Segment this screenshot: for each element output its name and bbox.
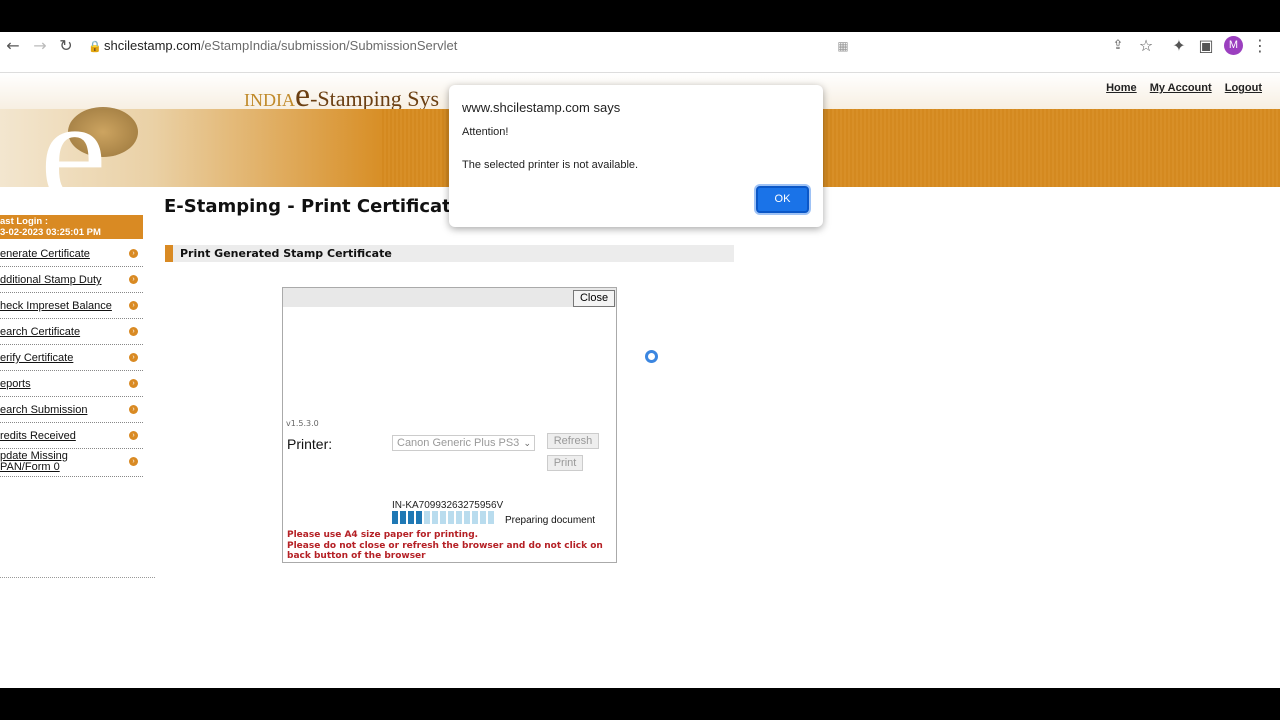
sidebar-item-search-submission[interactable]: earch Submission › bbox=[0, 397, 143, 423]
last-login-box: ast Login : 3-02-2023 03:25:01 PM bbox=[0, 215, 143, 239]
sidebar-item-label: earch Submission bbox=[0, 404, 88, 416]
arrow-icon: › bbox=[129, 249, 138, 258]
lock-icon: 🔒 bbox=[88, 41, 102, 53]
sidebar-item-search-certificate[interactable]: earch Certificate › bbox=[0, 319, 143, 345]
sidepanel-icon[interactable]: ▣ bbox=[1196, 36, 1216, 56]
star-icon[interactable]: ☆ bbox=[1136, 36, 1156, 56]
forward-icon[interactable]: → bbox=[30, 36, 50, 56]
sidebar-item-label: heck Impreset Balance bbox=[0, 300, 112, 312]
warning-line-1: Please use A4 size paper for printing. bbox=[287, 530, 479, 540]
my-account-link[interactable]: My Account bbox=[1150, 82, 1212, 94]
warning-line-2: Please do not close or refresh the brows… bbox=[287, 540, 603, 562]
sidebar-item-reports[interactable]: eports › bbox=[0, 371, 143, 397]
progress-bar bbox=[392, 511, 496, 524]
url-path: /eStampIndia/submission/SubmissionServle… bbox=[200, 38, 458, 53]
sidebar-item-credits-received[interactable]: redits Received › bbox=[0, 423, 143, 449]
logo-prefix: INDIA bbox=[244, 90, 295, 110]
avatar[interactable]: M bbox=[1224, 36, 1243, 55]
progress-segment bbox=[448, 511, 454, 524]
home-link[interactable]: Home bbox=[1106, 82, 1137, 94]
progress-segment bbox=[424, 511, 430, 524]
logout-link[interactable]: Logout bbox=[1225, 82, 1262, 94]
dialog-message-heading: Attention! bbox=[462, 126, 509, 138]
progress-segment bbox=[464, 511, 470, 524]
sidebar-item-label: eports bbox=[0, 378, 31, 390]
last-login-label: ast Login : bbox=[0, 216, 49, 227]
url-domain: shcilestamp.com bbox=[104, 38, 201, 53]
top-nav: Home My Account Logout bbox=[1096, 82, 1262, 94]
print-button[interactable]: Print bbox=[547, 455, 583, 471]
sidebar-item-verify-certificate[interactable]: erify Certificate › bbox=[0, 345, 143, 371]
dialog-title: www.shcilestamp.com says bbox=[462, 100, 621, 115]
section-header: Print Generated Stamp Certificate bbox=[165, 245, 734, 262]
loading-spinner-icon bbox=[645, 350, 658, 363]
progress-segment bbox=[392, 511, 398, 524]
progress-segment bbox=[400, 511, 406, 524]
warning-text: Please use A4 size paper for printing. P… bbox=[287, 530, 613, 562]
progress-segment bbox=[456, 511, 462, 524]
progress-segment bbox=[440, 511, 446, 524]
arrow-icon: › bbox=[129, 431, 138, 440]
progress-segment bbox=[480, 511, 486, 524]
sidebar-item-additional-stamp-duty[interactable]: dditional Stamp Duty › bbox=[0, 267, 143, 293]
logo-rest: -Stamping Sys bbox=[310, 86, 440, 111]
arrow-icon: › bbox=[129, 327, 138, 336]
extensions-icon[interactable]: ✦ bbox=[1169, 36, 1189, 56]
sidebar-item-label: pdate Missing PAN/Form 0 bbox=[0, 450, 68, 473]
dialog-message: The selected printer is not available. bbox=[462, 159, 639, 171]
browser-toolbar: ← → ↻ 🔒 shcilestamp.com/eStampIndia/submi… bbox=[0, 32, 1280, 59]
progress-segment bbox=[416, 511, 422, 524]
grid-icon: ▦ bbox=[837, 39, 849, 53]
menu-icon[interactable]: ⋮ bbox=[1250, 36, 1270, 56]
refresh-button[interactable]: Refresh bbox=[547, 433, 599, 449]
arrow-icon: › bbox=[129, 457, 138, 466]
banner-art: e bbox=[0, 77, 380, 227]
sidebar-item-check-imprest-balance[interactable]: heck Impreset Balance › bbox=[0, 293, 143, 319]
printer-label: Printer: bbox=[287, 436, 333, 452]
arrow-icon: › bbox=[129, 301, 138, 310]
printer-selected-value: Canon Generic Plus PS3 bbox=[397, 437, 520, 449]
sidebar-item-generate-certificate[interactable]: enerate Certificate › bbox=[0, 241, 143, 267]
ok-button[interactable]: OK bbox=[756, 186, 809, 213]
progress-segment bbox=[488, 511, 494, 524]
chevron-down-icon: ⌄ bbox=[523, 438, 531, 448]
sidebar-menu: enerate Certificate › dditional Stamp Dut… bbox=[0, 241, 143, 477]
divider bbox=[0, 577, 155, 578]
sidebar-item-label: enerate Certificate bbox=[0, 248, 90, 260]
alert-dialog: www.shcilestamp.com says Attention! The … bbox=[449, 85, 823, 227]
share-icon[interactable]: ⇪ bbox=[1108, 36, 1128, 56]
arrow-icon: › bbox=[129, 379, 138, 388]
back-icon[interactable]: ← bbox=[3, 36, 23, 56]
sidebar-item-label: earch Certificate bbox=[0, 326, 81, 338]
arrow-icon: › bbox=[129, 275, 138, 284]
version-label: v1.5.3.0 bbox=[286, 419, 319, 428]
print-box-header: Close bbox=[283, 288, 616, 307]
printer-select[interactable]: Canon Generic Plus PS3 ⌄ bbox=[392, 435, 535, 451]
sidebar-item-update-missing-pan[interactable]: pdate Missing PAN/Form 0 › bbox=[0, 449, 143, 477]
progress-segment bbox=[432, 511, 438, 524]
print-applet-box: Close v1.5.3.0 Printer: Canon Generic Pl… bbox=[282, 287, 617, 563]
arrow-icon: › bbox=[129, 405, 138, 414]
address-bar[interactable]: 🔒 shcilestamp.com/eStampIndia/submission/… bbox=[88, 35, 888, 57]
last-login-value: 3-02-2023 03:25:01 PM bbox=[0, 227, 101, 238]
status-text: Preparing document bbox=[505, 515, 596, 526]
arrow-icon: › bbox=[129, 353, 138, 362]
banner-e-graphic: e bbox=[40, 69, 107, 235]
close-button[interactable]: Close bbox=[573, 290, 615, 307]
web-page: INDIAe-Stamping Sys Home My Account Logo… bbox=[0, 59, 1280, 688]
screen: ← → ↻ 🔒 shcilestamp.com/eStampIndia/submi… bbox=[0, 0, 1280, 720]
sidebar-item-label: dditional Stamp Duty bbox=[0, 274, 102, 286]
progress-segment bbox=[408, 511, 414, 524]
browser-window: ← → ↻ 🔒 shcilestamp.com/eStampIndia/submi… bbox=[0, 32, 1280, 688]
progress-segment bbox=[472, 511, 478, 524]
document-id: IN-KA70993263275956V bbox=[392, 500, 504, 511]
page-title: E-Stamping - Print Certificate bbox=[164, 196, 463, 217]
sidebar-item-label: erify Certificate bbox=[0, 352, 74, 364]
reload-icon[interactable]: ↻ bbox=[56, 36, 76, 56]
sidebar-item-label: redits Received bbox=[0, 430, 76, 442]
